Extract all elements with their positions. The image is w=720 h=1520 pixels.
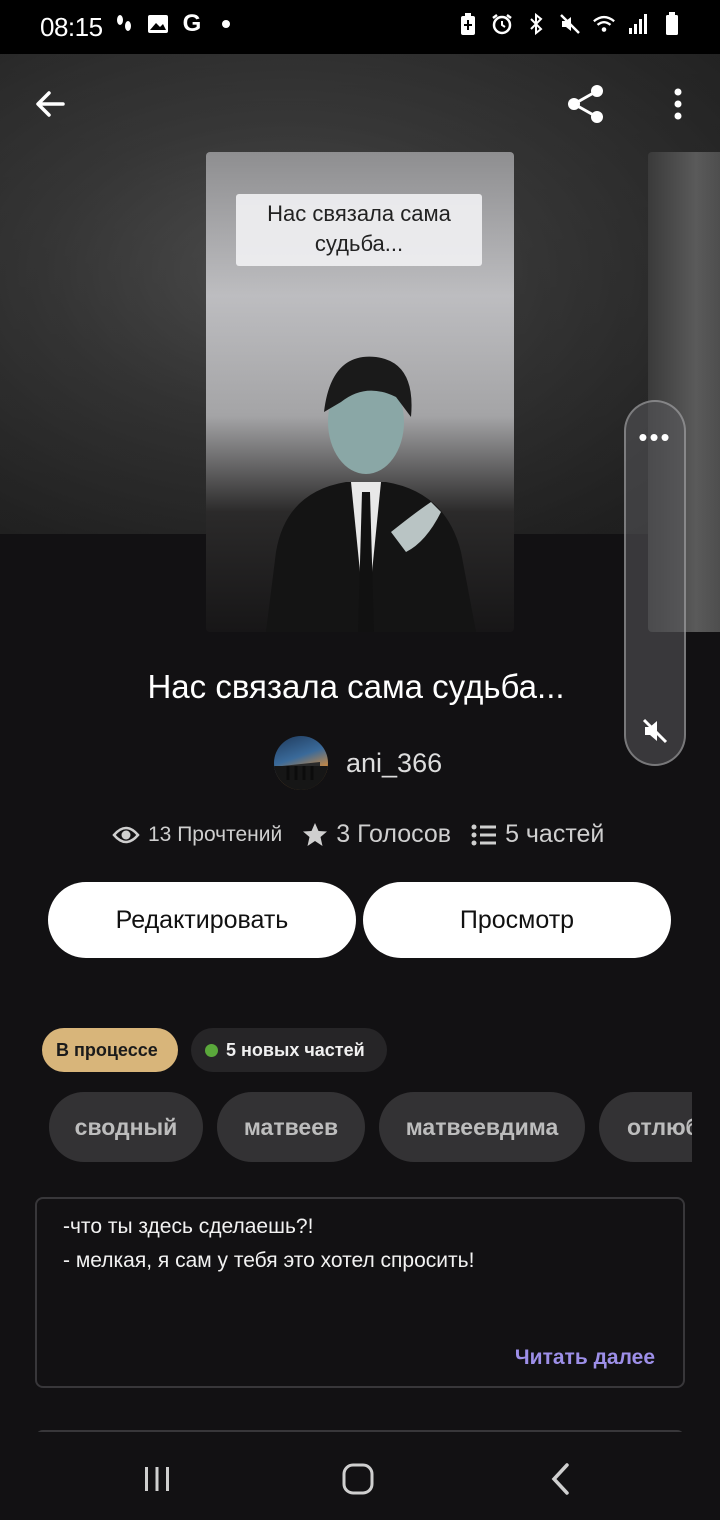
new-indicator-dot [205, 1043, 218, 1057]
parts-stat: 5 частей [471, 820, 604, 849]
edit-button[interactable]: Редактировать [48, 882, 356, 958]
back-chevron-icon [551, 1463, 569, 1495]
avatar[interactable] [274, 736, 328, 790]
floating-volume-panel[interactable]: ••• [624, 400, 686, 766]
google-icon: G [182, 10, 202, 37]
panel-menu-dots[interactable]: ••• [626, 422, 684, 453]
reads-count: 13 Прочтений [148, 822, 283, 846]
author-row[interactable]: ani_366 [274, 736, 442, 790]
steps-icon [112, 12, 136, 36]
new-parts-badge: 5 новых частей [191, 1028, 387, 1072]
nav-back-button[interactable] [536, 1454, 586, 1504]
status-bar: 08:15 G [0, 0, 720, 54]
votes-count: 3 Голосов [336, 820, 452, 848]
bluetooth-icon [524, 12, 548, 36]
alarm-icon [490, 12, 514, 36]
cover-figure-illustration [266, 356, 476, 632]
wifi-icon [592, 12, 616, 36]
story-description[interactable]: -что ты здесь сделаешь?! - мелкая, я сам… [35, 1197, 685, 1388]
status-badge: В процессе [42, 1028, 178, 1072]
reads-stat: 13 Прочтений [112, 823, 282, 847]
tag-chip[interactable]: матвеев [217, 1092, 365, 1162]
image-icon [146, 12, 170, 36]
description-line: -что ты здесь сделаешь?! [63, 1215, 314, 1238]
mute-icon [558, 12, 582, 36]
tag-chip[interactable]: матвеевдима [379, 1092, 585, 1162]
battery-saver-icon [456, 12, 480, 36]
eye-icon [112, 826, 140, 843]
tag-chip[interactable]: отлюбв [599, 1092, 692, 1162]
recents-icon [145, 1467, 169, 1491]
story-title: Нас связала сама судьба... [147, 668, 565, 705]
share-button[interactable] [560, 78, 612, 130]
volume-mute-icon [642, 718, 668, 744]
status-time: 08:15 [40, 12, 103, 42]
description-line: - мелкая, я сам у тебя это хотел спросит… [63, 1249, 475, 1272]
recents-button[interactable] [132, 1454, 182, 1504]
tags-row[interactable]: сводный матвеев матвеевдима отлюбв [49, 1092, 692, 1162]
system-nav-bar [0, 1432, 720, 1520]
arrow-left-icon [36, 91, 65, 117]
tag-chip[interactable]: сводный [49, 1092, 203, 1162]
story-stats: 13 Прочтений 3 Голосов 5 частей [112, 820, 604, 849]
signal-icon [626, 12, 650, 36]
author-name[interactable]: ani_366 [346, 748, 442, 779]
parts-count: 5 частей [505, 820, 605, 848]
back-button[interactable] [24, 78, 76, 130]
battery-icon [660, 12, 684, 36]
more-vertical-icon [674, 88, 682, 120]
list-icon [471, 824, 497, 845]
dot-icon [214, 12, 238, 36]
more-options-button[interactable] [652, 78, 704, 130]
home-icon [342, 1463, 374, 1495]
share-icon [568, 85, 603, 123]
preview-button[interactable]: Просмотр [363, 882, 671, 958]
volume-mute-button[interactable] [626, 716, 684, 746]
new-parts-label: 5 новых частей [226, 1039, 365, 1060]
story-cover[interactable]: Нас связала сама судьба... [206, 152, 514, 632]
read-more-link[interactable]: Читать далее [515, 1346, 655, 1370]
votes-stat: 3 Голосов [302, 820, 451, 849]
home-button[interactable] [333, 1454, 383, 1504]
star-icon [303, 822, 328, 846]
cover-caption: Нас связала сама судьба... [236, 194, 482, 266]
